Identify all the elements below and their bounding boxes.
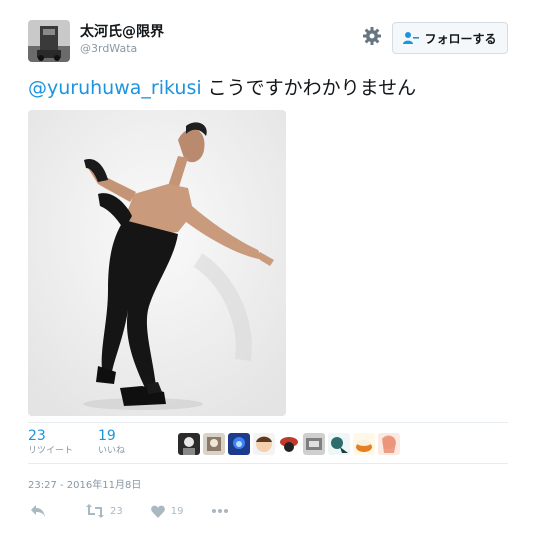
author-display-name[interactable]: 太河氏@限界 <box>80 24 164 41</box>
retweet-count: 23 <box>110 505 123 517</box>
reply-button[interactable] <box>30 504 46 518</box>
liker-avatar[interactable] <box>353 433 375 455</box>
engagement-stats: 23 リツイート 19 いいね <box>28 422 508 464</box>
author-names: 太河氏@限界 @3rdWata <box>80 24 164 56</box>
liker-avatar[interactable] <box>328 433 350 455</box>
retweet-stat-count: 23 <box>28 428 46 444</box>
retweet-button[interactable]: 23 <box>86 504 123 518</box>
retweet-stat-label: リツイート <box>28 446 74 456</box>
follow-button[interactable]: フォローする <box>392 22 508 54</box>
liker-avatar[interactable] <box>253 433 275 455</box>
like-count: 19 <box>170 505 184 517</box>
gear-icon[interactable] <box>362 26 382 46</box>
mention-link[interactable]: @yuruhuwa_rikusi <box>28 77 202 99</box>
tweet-actions: 23 19 <box>30 500 229 522</box>
tweet-body: こうですかわかりません <box>201 77 417 99</box>
heart-icon <box>150 505 165 518</box>
retweet-stat[interactable]: 23 リツイート <box>28 428 73 457</box>
liker-avatar[interactable] <box>203 433 225 455</box>
more-icon <box>211 508 229 514</box>
reply-icon <box>30 504 46 518</box>
like-stat-label: いいね <box>98 446 126 456</box>
liker-avatar[interactable] <box>278 433 300 455</box>
author-avatar[interactable] <box>28 20 70 62</box>
tweet-timestamp[interactable]: 23:27 - 2016年11月8日 <box>28 476 141 491</box>
tweet-text: @yuruhuwa_rikusi こうですかわかりません <box>28 74 416 102</box>
like-stat-count: 19 <box>98 428 116 444</box>
liker-avatar[interactable] <box>378 433 400 455</box>
liker-avatars <box>178 433 400 455</box>
tweet-photo[interactable] <box>28 110 286 416</box>
tweet-header: 太河氏@限界 @3rdWata フォローする <box>28 20 512 64</box>
retweet-icon <box>86 504 104 518</box>
follow-button-label: フォローする <box>424 31 497 46</box>
liker-avatar[interactable] <box>303 433 325 455</box>
add-user-icon <box>403 31 420 45</box>
like-button[interactable]: 19 <box>150 505 184 518</box>
liker-avatar[interactable] <box>228 433 250 455</box>
more-button[interactable] <box>211 508 229 514</box>
author-screen-name[interactable]: @3rdWata <box>80 42 164 56</box>
like-stat[interactable]: 19 いいね <box>98 428 125 457</box>
liker-avatar[interactable] <box>178 433 200 455</box>
